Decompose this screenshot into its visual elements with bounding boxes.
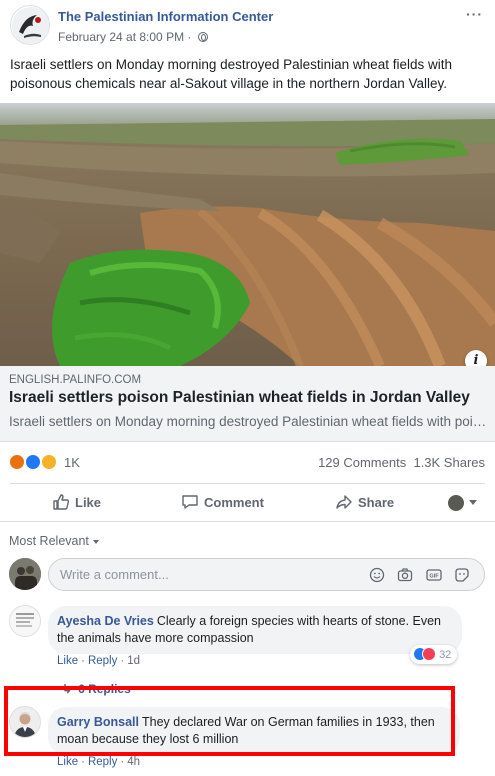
share-label: Share xyxy=(358,495,395,510)
comment-like-link[interactable]: Like xyxy=(57,756,78,768)
comment-author[interactable]: Ayesha De Vries xyxy=(57,614,154,628)
globe-icon xyxy=(197,32,208,42)
divider xyxy=(0,521,495,522)
post-header: The Palestinian Information Center Febru… xyxy=(0,0,495,50)
sort-label: Most Relevant xyxy=(9,534,89,548)
sad-reaction-icon[interactable] xyxy=(40,453,58,471)
current-user-avatar[interactable] xyxy=(9,558,41,590)
comment-composer[interactable]: GIF xyxy=(48,558,485,591)
comment-reply-link[interactable]: Reply xyxy=(88,655,117,667)
post-timestamp[interactable]: February 24 at 8:00 PM xyxy=(58,30,184,44)
counts-right: 129 Comments 1.3K Shares xyxy=(318,455,485,470)
comment-input[interactable] xyxy=(60,559,360,590)
comment-reactions[interactable]: 32 xyxy=(410,645,458,664)
post-meta: February 24 at 8:00 PM · xyxy=(58,30,208,44)
audience-selector[interactable] xyxy=(448,494,477,512)
share-button[interactable]: Share xyxy=(335,493,394,511)
link-title[interactable]: Israeli settlers poison Palestinian whea… xyxy=(9,389,470,407)
shares-count[interactable]: 1.3K Shares xyxy=(413,455,485,470)
reactions-summary: 1K 129 Comments 1.3K Shares xyxy=(0,450,495,476)
like-button[interactable]: Like xyxy=(52,493,101,511)
sticker-icon[interactable] xyxy=(454,567,470,583)
gif-icon[interactable]: GIF xyxy=(426,567,442,583)
link-description: Israeli settlers on Monday morning destr… xyxy=(9,414,487,429)
action-bar: Like Comment Share xyxy=(0,484,495,520)
chevron-down-icon xyxy=(92,539,99,544)
comment-sort-dropdown[interactable]: Most Relevant xyxy=(9,534,99,548)
comment-actions: Like · Reply · 4h xyxy=(57,756,140,768)
gif-label: GIF xyxy=(429,574,439,580)
comment-like-link[interactable]: Like xyxy=(57,655,78,667)
highlight-annotation-box xyxy=(4,686,455,756)
camera-icon[interactable] xyxy=(397,567,413,583)
meta-separator: · xyxy=(187,30,192,44)
share-arrow-icon xyxy=(336,495,352,509)
comment-reaction-count: 32 xyxy=(439,649,452,661)
comment-bubble: Ayesha De Vries Clearly a foreign species… xyxy=(48,606,462,654)
comment-actions: Like · Reply · 1d xyxy=(57,655,140,667)
chevron-down-icon xyxy=(469,500,477,506)
link-domain: ENGLISH.PALINFO.COM xyxy=(9,374,142,386)
comment-button[interactable]: Comment xyxy=(181,493,264,511)
comment-time[interactable]: 4h xyxy=(127,756,140,768)
page-name-link[interactable]: The Palestinian Information Center xyxy=(58,9,273,24)
post-text: Israeli settlers on Monday morning destr… xyxy=(10,57,452,91)
comment-label: Comment xyxy=(204,495,264,510)
post-image[interactable] xyxy=(0,103,495,366)
love-reaction-icon xyxy=(422,647,436,661)
user-avatar xyxy=(448,494,464,511)
more-options-icon[interactable]: ··· xyxy=(466,6,483,22)
comment-time[interactable]: 1d xyxy=(127,655,140,667)
comment-reply-link[interactable]: Reply xyxy=(88,756,117,768)
reaction-count[interactable]: 1K xyxy=(64,455,80,470)
comments-count[interactable]: 129 Comments xyxy=(318,455,406,470)
link-preview[interactable]: ENGLISH.PALINFO.COM Israeli settlers poi… xyxy=(0,366,495,442)
comment-bubble-icon xyxy=(182,495,198,509)
emoji-icon[interactable] xyxy=(369,567,385,583)
page-avatar[interactable] xyxy=(10,5,50,45)
like-label: Like xyxy=(75,495,102,510)
commenter-avatar[interactable] xyxy=(9,605,41,637)
thumbs-up-icon xyxy=(53,494,70,510)
